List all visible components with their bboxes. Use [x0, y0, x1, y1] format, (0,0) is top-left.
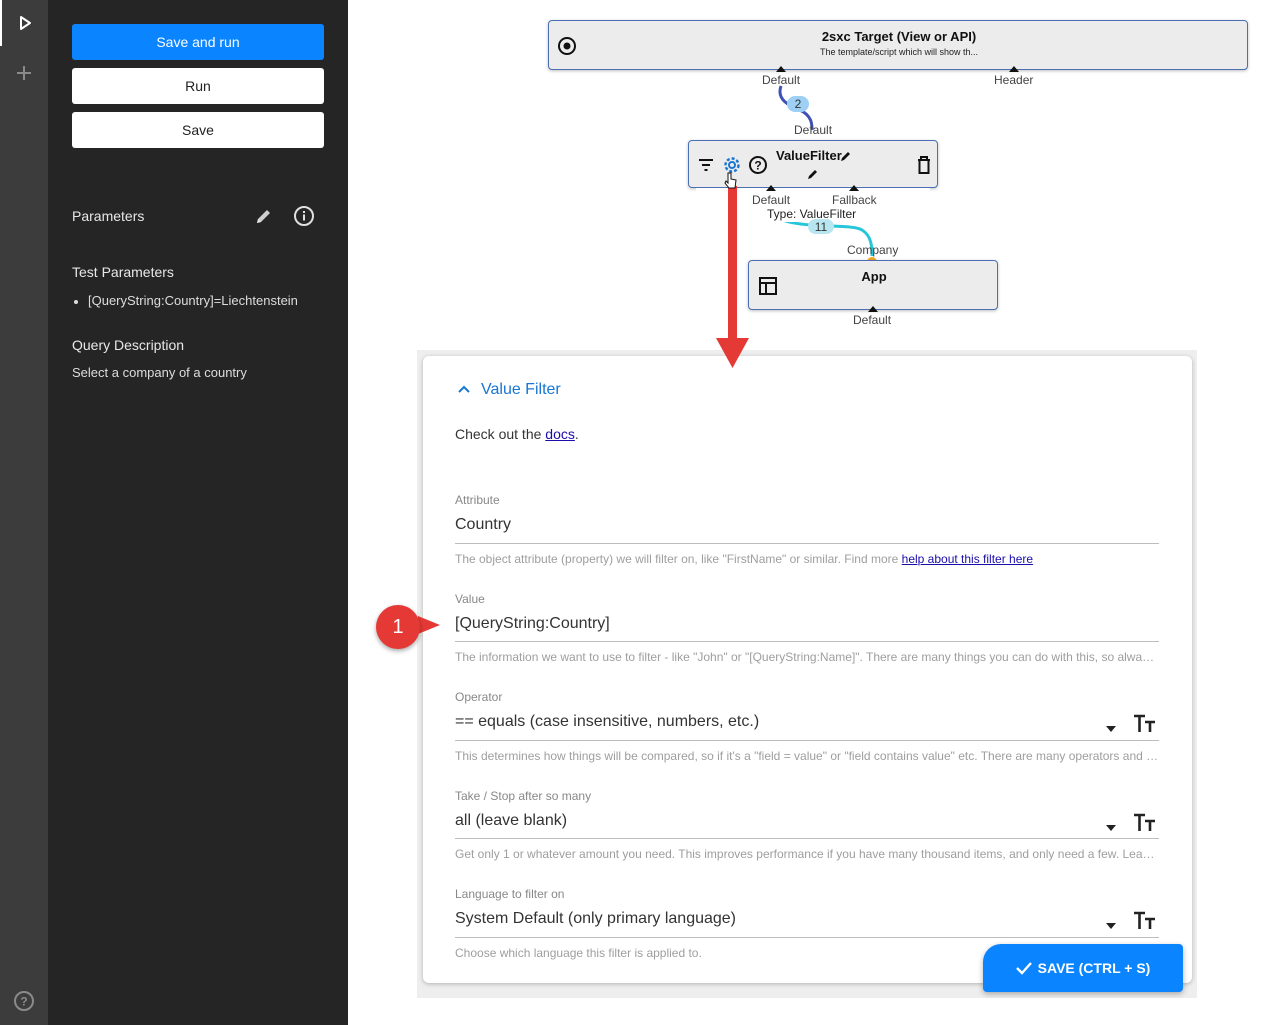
annotation-pointer [418, 616, 440, 634]
mouse-cursor-icon [724, 172, 738, 195]
annotation-badge: 1 [376, 605, 420, 649]
annotation-arrow-shaft [728, 186, 737, 341]
annotation-layer [418, 186, 749, 634]
annotation-arrow-head [716, 338, 749, 368]
